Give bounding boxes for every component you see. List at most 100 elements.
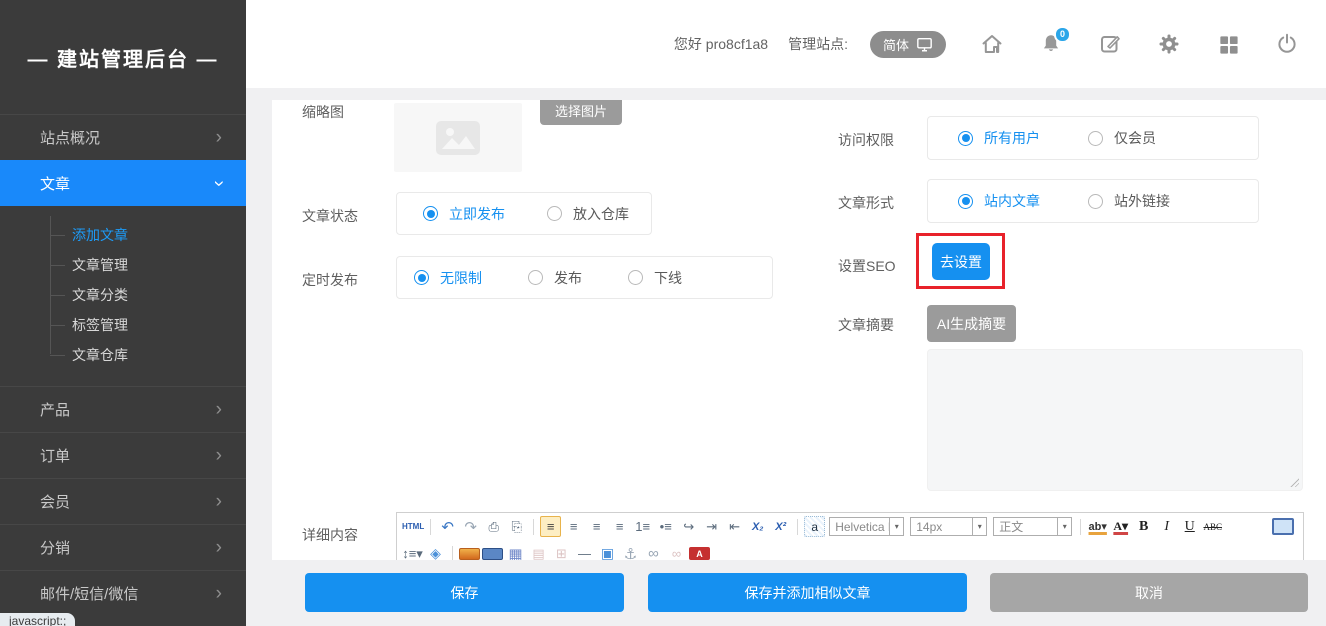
ai-generate-summary-button[interactable]: AI生成摘要 — [927, 305, 1016, 342]
print-icon[interactable]: ⎙ — [483, 516, 504, 537]
article-status-label: 文章状态 — [302, 206, 358, 226]
apps-grid-icon — [1217, 33, 1240, 56]
chevron-right-icon: › — [216, 128, 222, 147]
logout-button[interactable] — [1274, 31, 1300, 57]
quote-icon[interactable]: a — [804, 516, 825, 537]
subscript-icon[interactable]: X₂ — [747, 516, 768, 537]
submenu-article-manage[interactable]: 文章管理 — [0, 250, 246, 280]
align-right-icon[interactable]: ≡ — [586, 516, 607, 537]
align-justify-icon[interactable]: ≡ — [609, 516, 630, 537]
bold-icon[interactable]: B — [1133, 516, 1154, 537]
fullscreen-icon[interactable] — [1272, 518, 1294, 535]
save-and-add-similar-button[interactable]: 保存并添加相似文章 — [648, 573, 967, 612]
redo-icon[interactable]: ↷ — [460, 516, 481, 537]
highlight-color-icon[interactable]: ab▾ — [1087, 516, 1108, 537]
submenu-article-archive[interactable]: 文章仓库 — [0, 340, 246, 370]
submenu-article-category[interactable]: 文章分类 — [0, 280, 246, 310]
sidebar-item-products[interactable]: 产品 › — [0, 386, 246, 432]
indent-icon[interactable]: ⇥ — [701, 516, 722, 537]
font-color-icon[interactable]: A▾ — [1110, 516, 1131, 537]
unordered-list-icon[interactable]: •≡ — [655, 516, 676, 537]
paragraph-style-select[interactable]: 正文 ▾ — [993, 517, 1072, 536]
toolbar-separator — [452, 546, 453, 561]
sidebar-item-label: 分销 — [40, 537, 70, 558]
html-source-icon[interactable]: HTML — [402, 516, 424, 537]
merge-cells-icon[interactable]: ⊞ — [551, 543, 572, 560]
notification-badge: 0 — [1054, 26, 1071, 43]
editor-toolbar-row1: HTML↶↷⎙⎘≡≡≡≡1≡•≡↪⇥⇤X₂X²a Helvetica N ▾ 1… — [397, 513, 1303, 540]
sidebar-item-label: 站点概况 — [40, 127, 100, 148]
sidebar-item-label: 文章 — [40, 173, 70, 194]
language-pill-button[interactable]: 简体 — [870, 31, 946, 58]
line-height-icon[interactable]: ↕≡▾ — [402, 543, 423, 560]
radio-option-to-warehouse[interactable]: 放入仓库 — [547, 204, 629, 224]
paste-as-text-icon[interactable]: ⎘ — [506, 516, 527, 537]
superscript-icon[interactable]: X² — [770, 516, 791, 537]
gear-icon — [1157, 32, 1181, 56]
compose-button[interactable] — [1097, 31, 1123, 57]
home-icon — [980, 32, 1004, 56]
radio-option-publish[interactable]: 发布 — [528, 268, 582, 288]
chevron-right-icon: › — [216, 492, 222, 511]
chevron-right-icon: › — [216, 584, 222, 603]
save-button[interactable]: 保存 — [305, 573, 624, 612]
radio-option-members-only[interactable]: 仅会员 — [1088, 128, 1156, 148]
submenu-tag-manage[interactable]: 标签管理 — [0, 310, 246, 340]
align-left-icon[interactable]: ≡ — [540, 516, 561, 537]
table-row-icon[interactable]: ▤ — [528, 543, 549, 560]
sidebar-item-mail-sms-wechat[interactable]: 邮件/短信/微信 › — [0, 570, 246, 616]
horizontal-rule-icon[interactable]: — — [574, 543, 595, 560]
underline-icon[interactable]: U — [1179, 516, 1200, 537]
form-actions-bar: 保存 保存并添加相似文章 取消 — [246, 560, 1326, 626]
sidebar-bottom-items: 产品 › 订单 › 会员 › 分销 › 邮件/短信/微信 › — [0, 386, 246, 616]
anchor-icon[interactable]: ⚓ — [620, 543, 641, 560]
edit-icon — [1098, 32, 1122, 56]
radio-option-external-link[interactable]: 站外链接 — [1088, 191, 1170, 211]
unlink-icon[interactable]: ∞ — [666, 543, 687, 560]
insert-map-icon[interactable]: ▣ — [597, 543, 618, 560]
sidebar-item-distribution[interactable]: 分销 › — [0, 524, 246, 570]
radio-option-all-users[interactable]: 所有用户 — [958, 128, 1040, 148]
insert-video-icon[interactable] — [482, 548, 503, 560]
radio-option-unlimited[interactable]: 无限制 — [414, 268, 482, 288]
strikethrough-icon[interactable]: ABC — [1202, 516, 1223, 537]
cancel-button[interactable]: 取消 — [990, 573, 1308, 612]
home-button[interactable] — [979, 31, 1005, 57]
toolbar-separator — [533, 519, 534, 535]
ordered-list-icon[interactable]: 1≡ — [632, 516, 653, 537]
radio-unselected-icon — [528, 270, 543, 285]
submenu-add-article[interactable]: 添加文章 — [0, 220, 246, 250]
apps-button[interactable] — [1215, 31, 1241, 57]
choose-image-button[interactable]: 选择图片 — [540, 100, 622, 125]
sidebar-item-orders[interactable]: 订单 › — [0, 432, 246, 478]
radio-group-article-status: 立即发布 放入仓库 — [396, 192, 652, 235]
summary-textarea[interactable] — [927, 349, 1303, 491]
app-title: — 建站管理后台 — — [0, 0, 246, 114]
radio-unselected-icon — [1088, 131, 1103, 146]
settings-button[interactable] — [1156, 31, 1182, 57]
undo-icon[interactable]: ↶ — [437, 516, 458, 537]
radio-option-publish-now[interactable]: 立即发布 — [423, 204, 505, 224]
sidebar-item-overview[interactable]: 站点概况 › — [0, 114, 246, 160]
sidebar-item-label: 订单 — [40, 445, 70, 466]
font-size-select[interactable]: 14px ▾ — [910, 517, 987, 536]
outdent-icon[interactable]: ⇤ — [724, 516, 745, 537]
summary-label: 文章摘要 — [838, 315, 894, 335]
first-line-indent-icon[interactable]: ↪ — [678, 516, 699, 537]
radio-option-onsite-article[interactable]: 站内文章 — [958, 191, 1040, 211]
align-center-icon[interactable]: ≡ — [563, 516, 584, 537]
insert-link-icon[interactable]: ∞ — [643, 543, 664, 560]
rich-text-editor: HTML↶↷⎙⎘≡≡≡≡1≡•≡↪⇥⇤X₂X²a Helvetica N ▾ 1… — [396, 512, 1304, 560]
insert-table-icon[interactable]: ▦ — [505, 543, 526, 560]
font-family-select[interactable]: Helvetica N ▾ — [829, 517, 904, 536]
sidebar-item-articles[interactable]: 文章 › — [0, 160, 246, 206]
sidebar-item-members[interactable]: 会员 › — [0, 478, 246, 524]
articles-submenu: 添加文章文章管理文章分类标签管理文章仓库 — [0, 206, 246, 386]
thumbnail-placeholder[interactable] — [394, 103, 522, 172]
radio-option-offline[interactable]: 下线 — [628, 268, 682, 288]
attach-pdf-icon[interactable]: A — [689, 547, 710, 560]
notifications-button[interactable]: 0 — [1038, 31, 1064, 57]
italic-icon[interactable]: I — [1156, 516, 1177, 537]
insert-image-icon[interactable] — [459, 548, 480, 560]
format-eraser-icon[interactable]: ◈ — [425, 543, 446, 560]
